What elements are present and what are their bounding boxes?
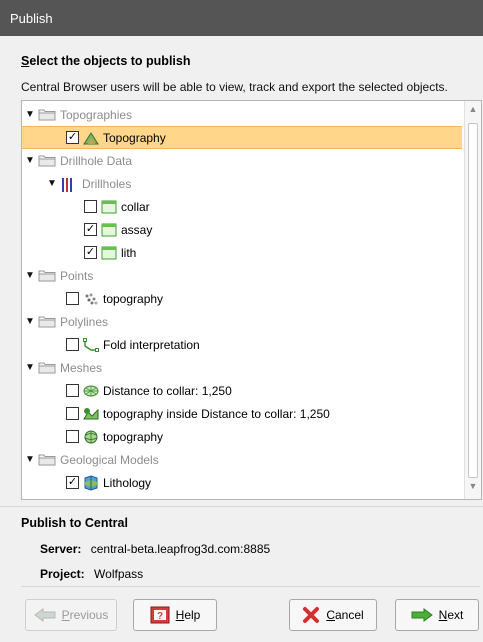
item-label: Fold interpretation: [103, 337, 200, 352]
button-bar: Previous ? Help Cancel Next: [21, 586, 480, 634]
folder-icon: [38, 315, 56, 328]
item-label: Distance to collar: 1,250: [103, 383, 232, 398]
folder-label: Meshes: [60, 360, 103, 375]
folder-label: Topographies: [60, 107, 133, 122]
checkbox-unchecked[interactable]: [66, 338, 79, 351]
expand-triangle-icon[interactable]: ▼: [24, 500, 36, 501]
checkbox-unchecked[interactable]: [66, 430, 79, 443]
project-row: Project: Wolfpass: [40, 567, 143, 581]
description-text: Central Browser users will be able to vi…: [21, 80, 448, 94]
item-label: topography: [103, 429, 164, 444]
scroll-down-icon[interactable]: ▼: [468, 481, 478, 495]
scroll-up-icon[interactable]: ▲: [468, 104, 478, 118]
item-label: Lithology: [103, 475, 152, 490]
svg-text:?: ?: [157, 611, 163, 622]
folder-icon: [38, 154, 56, 167]
tree-item[interactable]: Distance to collar: 1,250: [22, 379, 462, 402]
help-icon: ?: [150, 606, 170, 624]
folder-icon: [38, 108, 56, 121]
item-label: Topography: [103, 130, 166, 145]
help-button[interactable]: ? Help: [133, 599, 217, 631]
tree-folder[interactable]: ▼ Drillholes: [22, 172, 462, 195]
expand-triangle-icon[interactable]: ▼: [24, 454, 36, 466]
dialog-content: Select the objects to publish Central Br…: [0, 36, 483, 642]
mesh-clip-icon: [83, 406, 99, 422]
arrow-left-icon: [33, 608, 56, 622]
folder-label: Geological Models: [60, 452, 159, 467]
expand-triangle-icon[interactable]: ▼: [24, 362, 36, 374]
table-icon: [101, 245, 117, 261]
folder-icon: [38, 499, 56, 500]
folder-label: Drillholes: [82, 176, 132, 191]
tree-item[interactable]: collar: [22, 195, 462, 218]
divider: [0, 506, 483, 507]
select-objects-heading: Select the objects to publish: [21, 54, 191, 68]
server-value: central-beta.leapfrog3d.com:8885: [90, 542, 271, 556]
checkbox-checked[interactable]: ✓: [84, 223, 97, 236]
folder-label: Points: [60, 268, 94, 283]
folder-icon: [38, 361, 56, 374]
cancel-x-icon: [302, 606, 320, 624]
expand-triangle-icon[interactable]: ▼: [24, 316, 36, 328]
folder-label: Drillhole Data: [60, 153, 133, 168]
previous-button[interactable]: Previous: [25, 599, 117, 631]
tree-item[interactable]: ✓ lith: [22, 241, 462, 264]
table-icon: [101, 222, 117, 238]
points-icon: [83, 291, 99, 307]
item-label: lith: [121, 245, 137, 260]
project-label: Project:: [40, 567, 85, 581]
tree-scrollbar[interactable]: ▲ ▼: [464, 101, 481, 499]
tree-folder[interactable]: ▼ Geological Models: [22, 448, 462, 471]
tree-folder[interactable]: ▼ Points: [22, 264, 462, 287]
expand-triangle-icon[interactable]: ▼: [46, 178, 58, 190]
arrow-right-icon: [411, 608, 433, 622]
polyline-icon: [83, 337, 99, 353]
folder-icon: [38, 269, 56, 282]
checkbox-checked[interactable]: ✓: [66, 131, 79, 144]
tree-item[interactable]: ✓ assay: [22, 218, 462, 241]
tree-item[interactable]: topography: [22, 425, 462, 448]
objects-tree[interactable]: ▲ ▼ ▼ Topographies ✓ Topography ▼ Drillhole D…: [21, 100, 482, 500]
item-label: topography: [103, 291, 164, 306]
drillholes-icon: [60, 177, 78, 192]
mesh-icon: [83, 383, 99, 399]
checkbox-unchecked[interactable]: [66, 292, 79, 305]
tree-folder[interactable]: ▼ Drillhole Data: [22, 149, 462, 172]
expand-triangle-icon[interactable]: ▼: [24, 155, 36, 167]
checkbox-unchecked[interactable]: [66, 384, 79, 397]
geomodel-icon: [83, 474, 99, 491]
tree-item[interactable]: topography: [22, 287, 462, 310]
publish-section-title: Publish to Central: [21, 516, 128, 530]
checkbox-unchecked[interactable]: [66, 407, 79, 420]
mesh-topo-icon: [83, 429, 99, 445]
item-label: topography inside Distance to collar: 1,…: [103, 406, 330, 421]
server-row: Server: central-beta.leapfrog3d.com:8885: [40, 542, 270, 556]
folder-icon: [38, 453, 56, 466]
topography-icon: [83, 130, 99, 146]
expand-triangle-icon[interactable]: ▼: [24, 270, 36, 282]
next-button[interactable]: Next: [395, 599, 479, 631]
item-label: collar: [121, 199, 150, 214]
folder-label: Polylines: [60, 314, 109, 329]
window-titlebar: Publish: [0, 0, 483, 36]
tree-folder[interactable]: ▼ Polylines: [22, 310, 462, 333]
checkbox-checked[interactable]: ✓: [84, 246, 97, 259]
tree-item[interactable]: Fold interpretation: [22, 333, 462, 356]
checkbox-checked[interactable]: ✓: [66, 476, 79, 489]
tree-folder[interactable]: ▼ Meshes: [22, 356, 462, 379]
tree-folder[interactable]: ▼ Topographies: [22, 103, 462, 126]
cancel-button[interactable]: Cancel: [289, 599, 377, 631]
project-value: Wolfpass: [94, 567, 144, 581]
scroll-thumb[interactable]: [468, 123, 478, 478]
tree-item[interactable]: topography inside Distance to collar: 1,…: [22, 402, 462, 425]
tree-folder-partial[interactable]: ▼: [22, 494, 462, 501]
expand-triangle-icon[interactable]: ▼: [24, 109, 36, 121]
table-icon: [101, 199, 117, 215]
tree-item[interactable]: ✓ Lithology: [22, 471, 462, 494]
window-title: Publish: [10, 10, 53, 26]
checkbox-unchecked[interactable]: [84, 200, 97, 213]
tree-item[interactable]: ✓ Topography: [22, 126, 462, 149]
server-label: Server:: [40, 542, 82, 556]
item-label: assay: [121, 222, 153, 237]
